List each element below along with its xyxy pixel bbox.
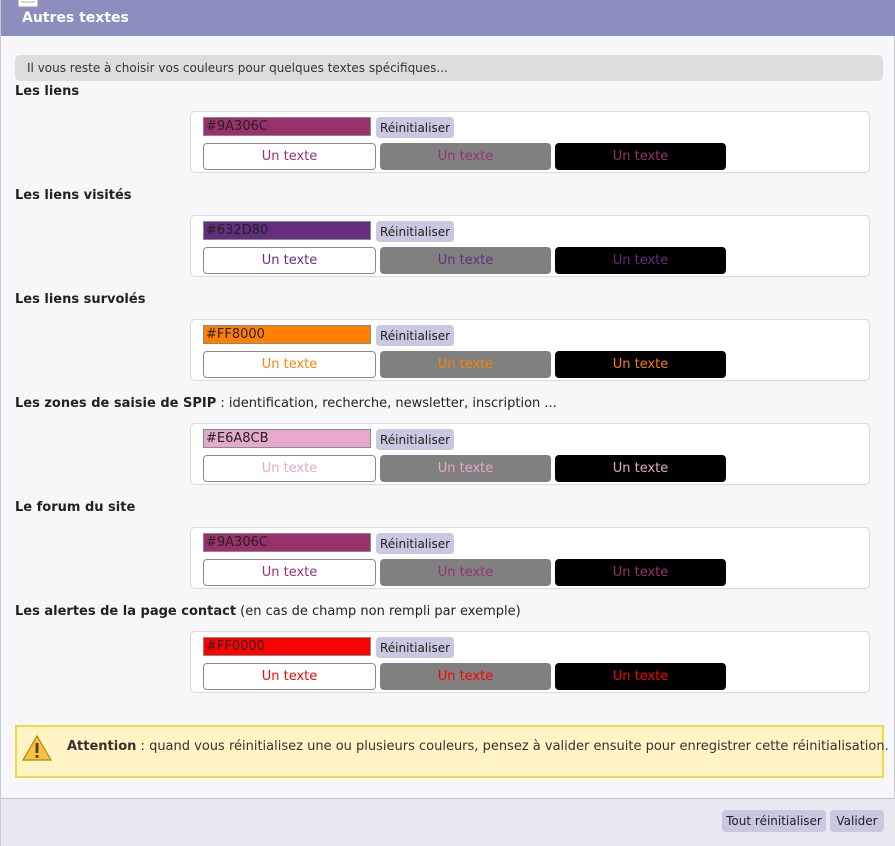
- preview-white-bg: Un texte: [203, 247, 376, 274]
- preview-grey-bg: Un texte: [380, 351, 551, 378]
- section-label-liens-survoles: Les liens survolés: [15, 292, 146, 307]
- section-label-zones-saisie: Les zones de saisie de SPIP : identifica…: [15, 396, 557, 411]
- preview-grey-bg: Un texte: [380, 143, 551, 170]
- section-label-liens-visites: Les liens visités: [15, 188, 132, 203]
- warning-notice: Attention : quand vous réinitialisez une…: [15, 725, 889, 778]
- preview-white-bg: Un texte: [203, 351, 376, 378]
- preview-white-bg: Un texte: [203, 143, 376, 170]
- color-box-alertes-contact: Réinitialiser Un texte Un texte Un texte: [190, 631, 870, 693]
- intro-text: Il vous reste à choisir vos couleurs pou…: [27, 61, 448, 75]
- reset-button-zones-saisie[interactable]: Réinitialiser: [376, 429, 454, 450]
- color-input-alertes-contact[interactable]: [203, 637, 371, 656]
- preview-grey-bg: Un texte: [380, 559, 551, 586]
- autres-textes-panel: Autres textes Il vous reste à choisir vo…: [0, 0, 895, 846]
- preview-black-bg: Un texte: [555, 247, 726, 274]
- color-box-forum: Réinitialiser Un texte Un texte Un texte: [190, 527, 870, 589]
- submit-button[interactable]: Valider: [830, 810, 884, 832]
- preview-black-bg: Un texte: [555, 143, 726, 170]
- section-label-forum: Le forum du site: [15, 500, 136, 515]
- warning-icon: [22, 735, 52, 761]
- reset-button-forum[interactable]: Réinitialiser: [376, 533, 454, 554]
- color-input-liens-survoles[interactable]: [203, 325, 371, 344]
- preview-white-bg: Un texte: [203, 455, 376, 482]
- section-label-alertes-contact: Les alertes de la page contact (en cas d…: [15, 604, 521, 619]
- reset-button-alertes-contact[interactable]: Réinitialiser: [376, 637, 454, 658]
- document-icon: [17, 0, 39, 8]
- preview-grey-bg: Un texte: [380, 247, 551, 274]
- preview-white-bg: Un texte: [203, 559, 376, 586]
- color-input-zones-saisie[interactable]: [203, 429, 371, 448]
- intro-message: Il vous reste à choisir vos couleurs pou…: [15, 55, 883, 81]
- reset-button-liens-survoles[interactable]: Réinitialiser: [376, 325, 454, 346]
- preview-black-bg: Un texte: [555, 455, 726, 482]
- color-input-liens-visites[interactable]: [203, 221, 371, 240]
- color-input-forum[interactable]: [203, 533, 371, 552]
- preview-black-bg: Un texte: [555, 559, 726, 586]
- color-box-liens-visites: Réinitialiser Un texte Un texte Un texte: [190, 215, 870, 277]
- color-box-liens: Réinitialiser Un texte Un texte Un texte: [190, 111, 870, 173]
- preview-black-bg: Un texte: [555, 351, 726, 378]
- panel-title: Autres textes: [22, 10, 129, 26]
- panel-titlebar: Autres textes: [1, 0, 895, 36]
- panel-footer: Tout réinitialiser Valider: [1, 798, 895, 846]
- reset-all-button[interactable]: Tout réinitialiser: [722, 810, 826, 832]
- color-box-liens-survoles: Réinitialiser Un texte Un texte Un texte: [190, 319, 870, 381]
- preview-grey-bg: Un texte: [380, 663, 551, 690]
- warning-text: Attention : quand vous réinitialisez une…: [67, 739, 889, 754]
- color-box-zones-saisie: Réinitialiser Un texte Un texte Un texte: [190, 423, 870, 485]
- preview-white-bg: Un texte: [203, 663, 376, 690]
- preview-grey-bg: Un texte: [380, 455, 551, 482]
- section-label-liens: Les liens: [15, 84, 80, 99]
- reset-button-liens[interactable]: Réinitialiser: [376, 117, 454, 138]
- preview-black-bg: Un texte: [555, 663, 726, 690]
- color-input-liens[interactable]: [203, 117, 371, 136]
- reset-button-liens-visites[interactable]: Réinitialiser: [376, 221, 454, 242]
